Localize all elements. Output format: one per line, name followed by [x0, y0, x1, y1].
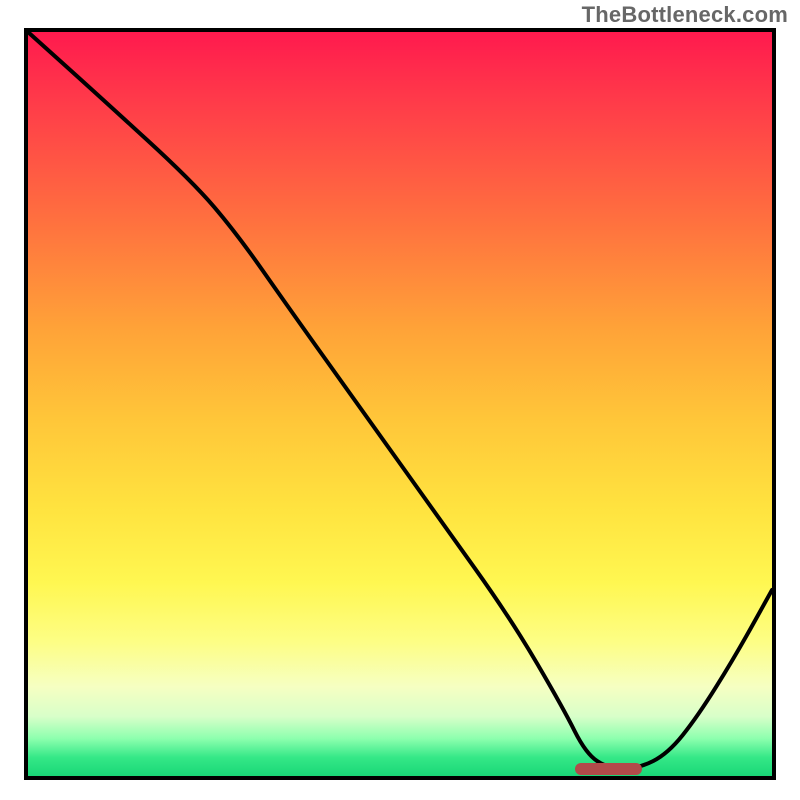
watermark-text: TheBottleneck.com: [582, 2, 788, 28]
bottleneck-curve: [28, 32, 772, 776]
plot-frame: [24, 28, 776, 780]
optimal-range-marker: [575, 763, 642, 775]
chart-container: TheBottleneck.com: [0, 0, 800, 800]
